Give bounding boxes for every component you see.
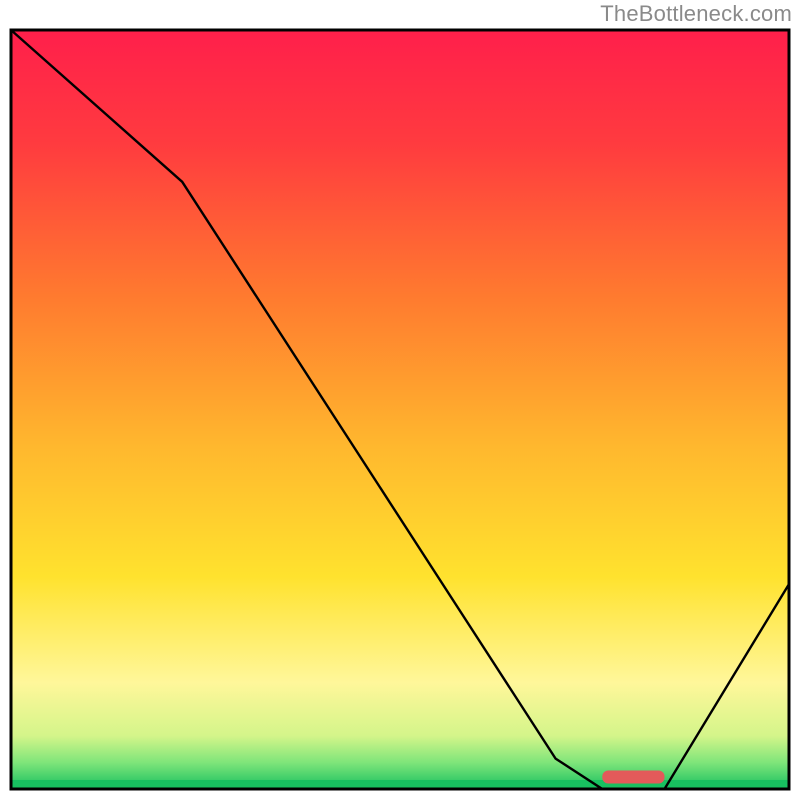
watermark-text: TheBottleneck.com bbox=[600, 1, 792, 27]
chart-container: TheBottleneck.com bbox=[0, 0, 800, 800]
plot-area bbox=[11, 30, 789, 789]
bottleneck-chart bbox=[0, 0, 800, 800]
optimal-range-marker bbox=[602, 771, 664, 784]
